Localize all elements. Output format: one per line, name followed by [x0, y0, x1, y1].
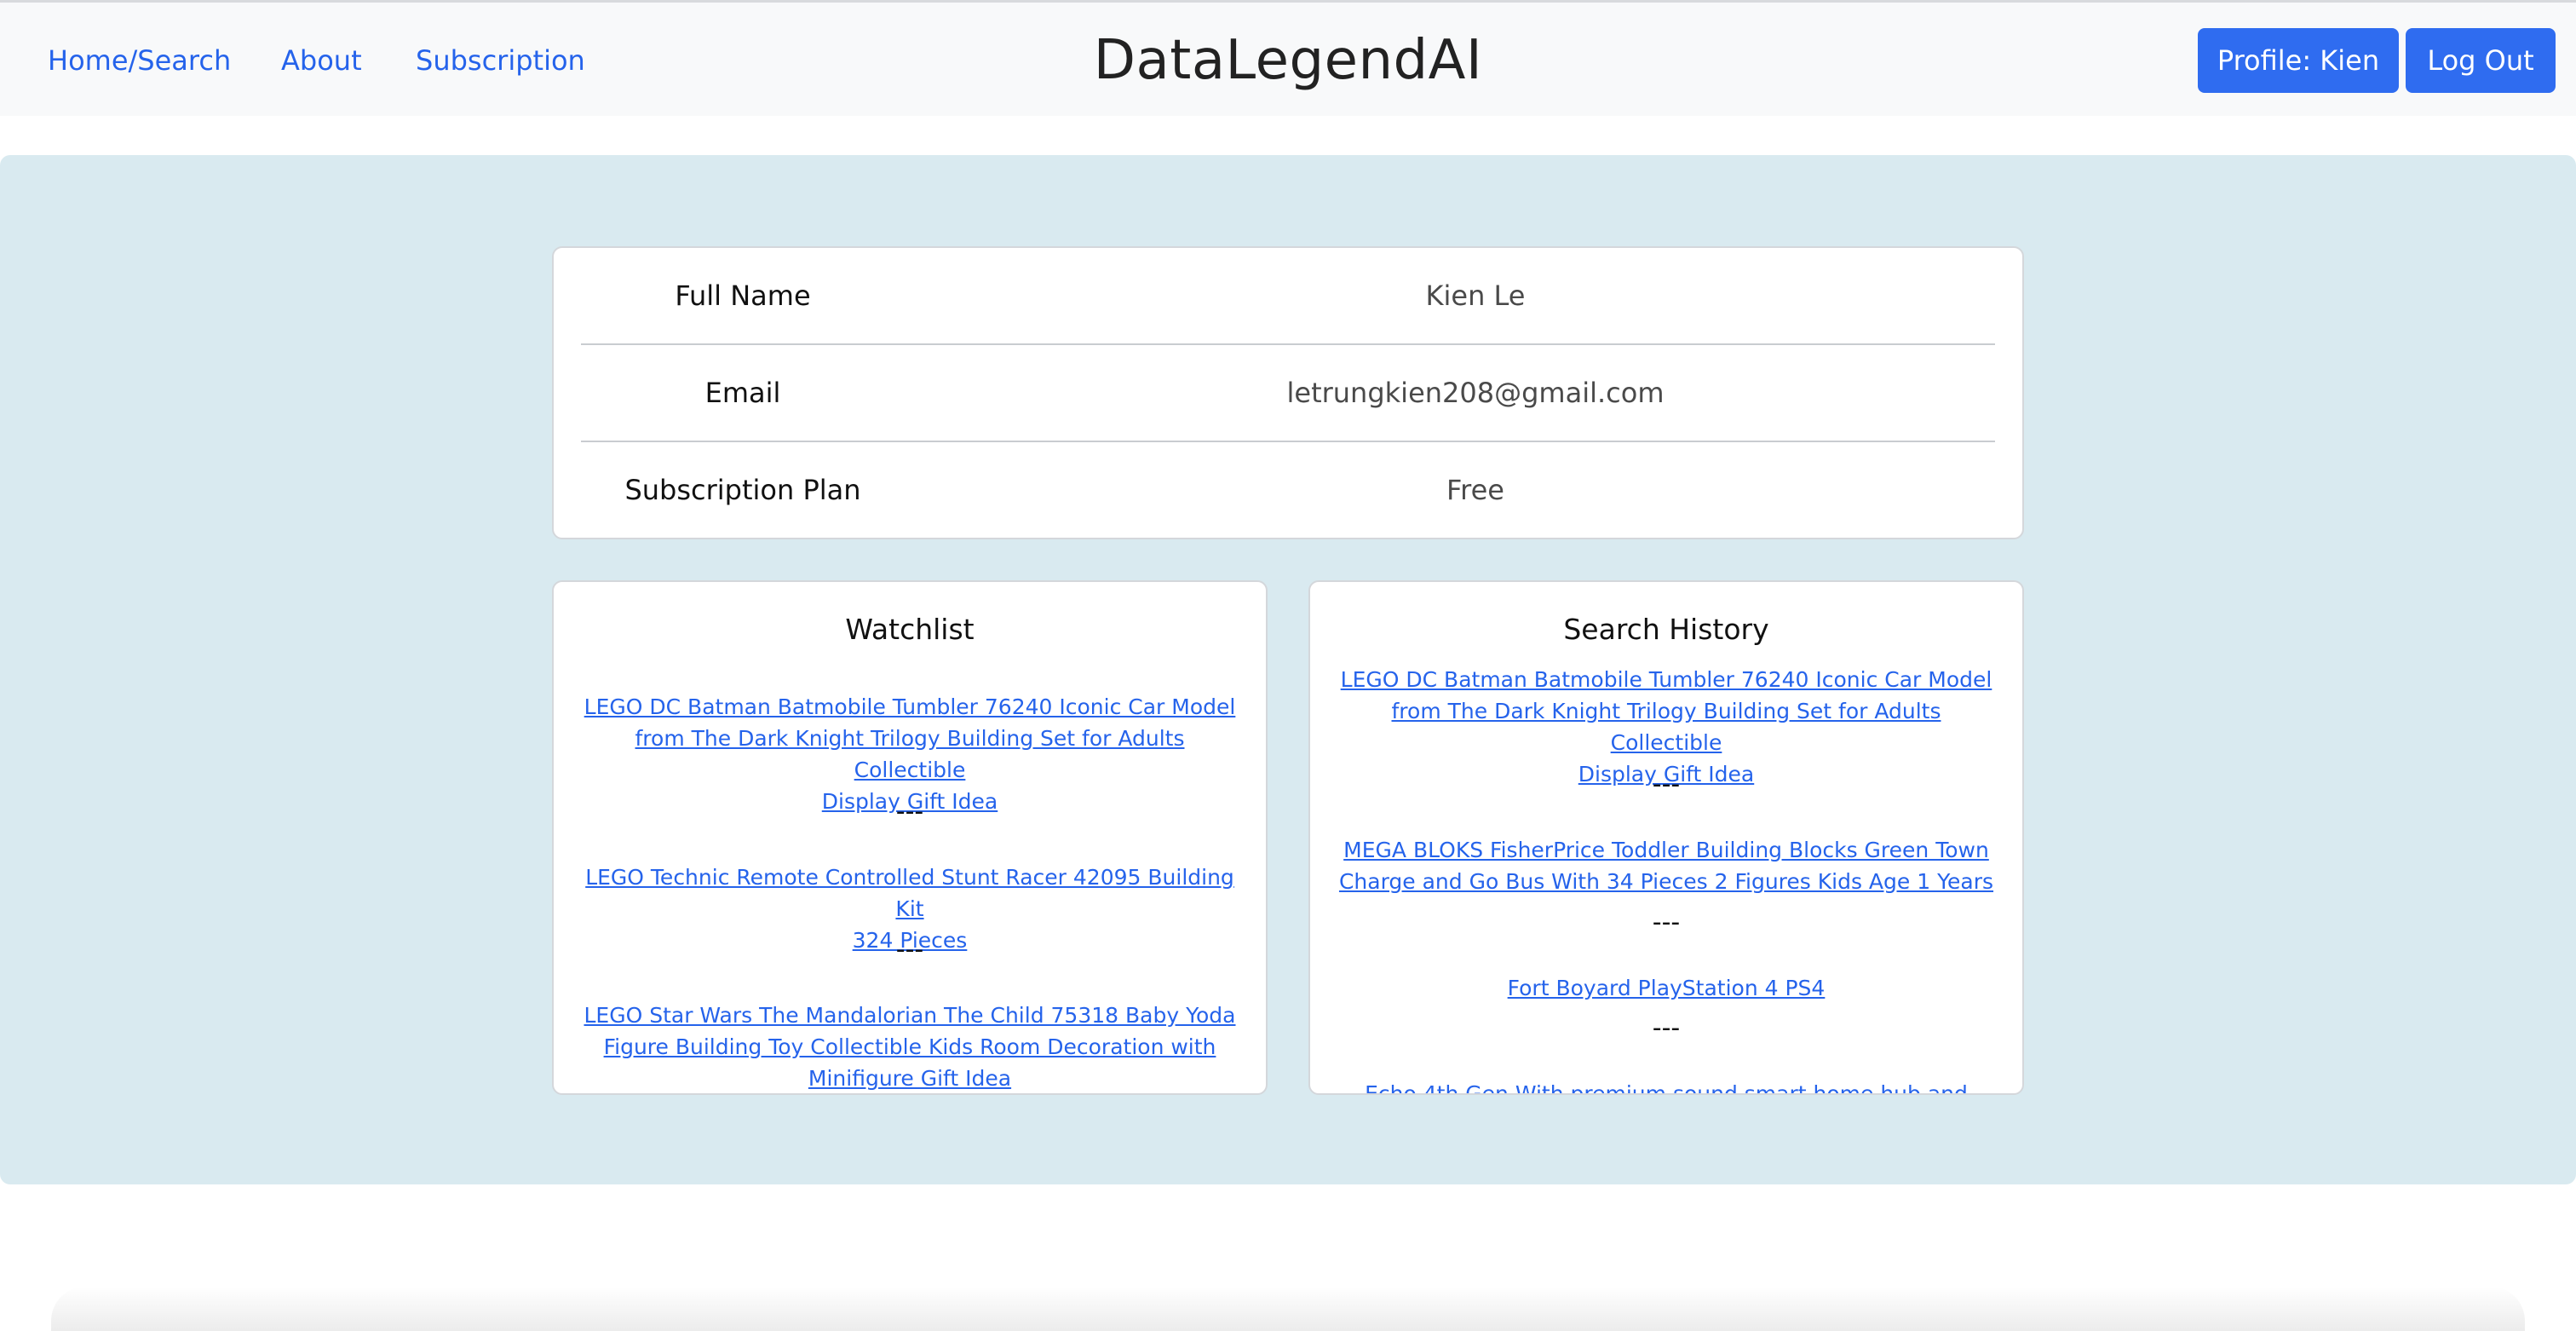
email-value: letrungkien208@gmail.com: [1286, 377, 1665, 409]
profile-button[interactable]: Profile: Kien: [2198, 28, 2399, 93]
history-item-3-link[interactable]: Fort Boyard PlayStation 4 PS4: [1336, 972, 1997, 1004]
search-history-card[interactable]: Search History LEGO DC Batman Batmobile …: [1308, 580, 2024, 1095]
full-name-value: Kien Le: [1425, 279, 1526, 312]
history-separator: ---: [1652, 908, 1681, 937]
subscription-plan-value: Free: [1446, 474, 1504, 506]
profile-row-subscription-plan: Subscription Plan Free: [581, 442, 1995, 538]
watchlist-title: Watchlist: [845, 613, 975, 646]
brand-title: DataLegendAI: [1093, 29, 1483, 92]
email-label: Email: [704, 377, 781, 409]
history-item-2-link[interactable]: MEGA BLOKS FisherPrice Toddler Building …: [1336, 834, 1997, 897]
top-navbar: Home/Search About Subscription DataLegen…: [0, 3, 2576, 116]
watchlist-separator: ---: [895, 935, 924, 965]
full-name-label: Full Name: [675, 279, 811, 312]
profile-info-card: Full Name Kien Le Email letrungkien208@g…: [552, 246, 2024, 539]
profile-row-email: Email letrungkien208@gmail.com: [581, 345, 1995, 442]
watchlist-item-3-link[interactable]: LEGO Star Wars The Mandalorian The Child…: [579, 1000, 1240, 1093]
watchlist-separator: ---: [895, 797, 924, 827]
subscription-plan-label: Subscription Plan: [624, 474, 861, 506]
logout-button[interactable]: Log Out: [2406, 28, 2556, 93]
watchlist-card[interactable]: Watchlist LEGO DC Batman Batmobile Tumbl…: [552, 580, 1268, 1095]
page-bottom-shadow: [51, 1287, 2525, 1331]
history-item-4-link[interactable]: Echo 4th Gen With premium sound smart ho…: [1336, 1078, 1997, 1093]
history-separator: ---: [1652, 1013, 1681, 1043]
search-history-title: Search History: [1563, 613, 1769, 646]
history-separator: ---: [1652, 769, 1681, 799]
profile-row-full-name: Full Name Kien Le: [581, 248, 1995, 345]
